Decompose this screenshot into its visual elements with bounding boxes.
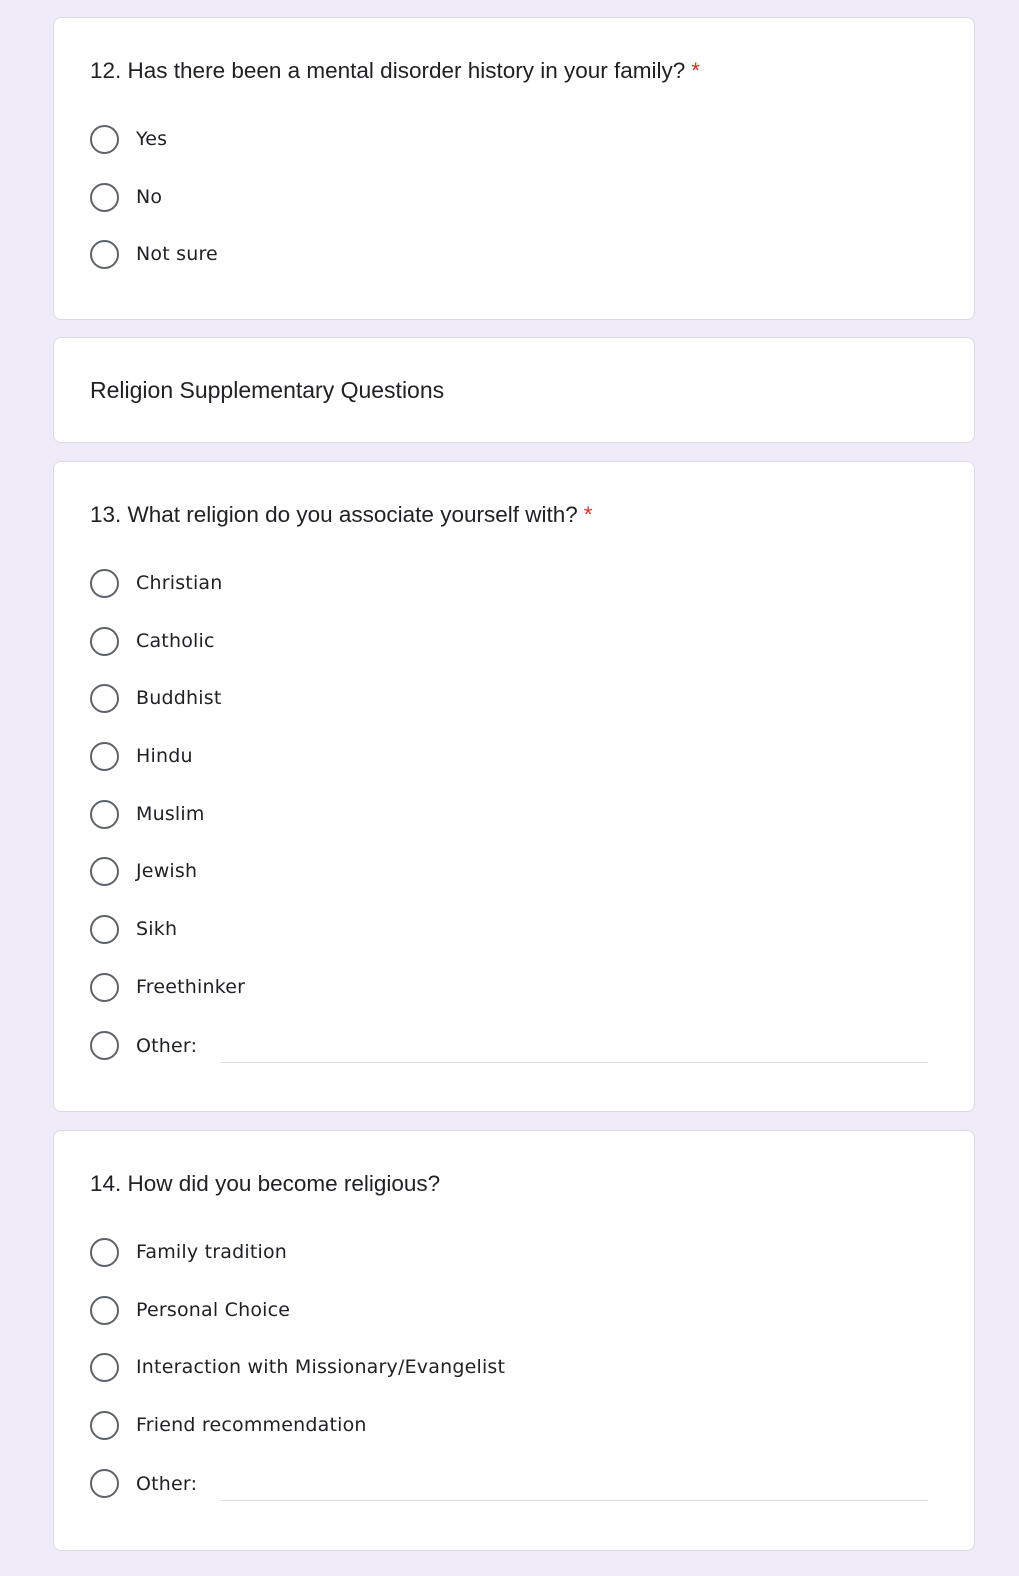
option-label: Sikh [136, 918, 178, 941]
option-no[interactable]: No [90, 182, 928, 240]
option-friend-recommendation[interactable]: Friend recommendation [90, 1410, 928, 1468]
required-asterisk: * [583, 502, 593, 527]
radio-button[interactable] [90, 1030, 119, 1060]
option-family-tradition[interactable]: Family tradition [90, 1237, 928, 1295]
radio-button[interactable] [90, 569, 119, 598]
options-13: Christian Catholic Buddhist Hindu Muslim… [90, 568, 928, 1087]
option-other-label: Other: [136, 1034, 198, 1057]
required-asterisk: * [691, 58, 701, 83]
option-buddhist[interactable]: Buddhist [90, 683, 928, 741]
option-jewish[interactable]: Jewish [90, 856, 928, 914]
option-label: Friend recommendation [136, 1414, 367, 1437]
option-other[interactable]: Other: [90, 1030, 928, 1088]
option-yes[interactable]: Yes [90, 124, 928, 182]
radio-button[interactable] [90, 1353, 119, 1383]
option-label: Hindu [136, 745, 193, 768]
option-label: Family tradition [136, 1241, 288, 1263]
radio-button[interactable] [90, 125, 119, 154]
option-label: Not sure [136, 243, 218, 266]
radio-button[interactable] [90, 972, 119, 1002]
radio-button[interactable] [90, 857, 119, 887]
option-personal-choice[interactable]: Personal Choice [90, 1295, 928, 1353]
option-label: Buddhist [136, 687, 222, 710]
option-label: No [136, 185, 163, 208]
option-other[interactable]: Other: [90, 1468, 928, 1526]
option-label: Yes [136, 128, 168, 150]
question-title-14: 14. How did you become religious? [90, 1170, 440, 1198]
question-title-14-text: 14. How did you become religious? [90, 1171, 441, 1196]
radio-button[interactable] [90, 1238, 119, 1267]
radio-button[interactable] [90, 626, 119, 656]
options-14: Family tradition Personal Choice Interac… [90, 1237, 928, 1525]
option-muslim[interactable]: Muslim [90, 799, 928, 857]
radio-button[interactable] [90, 799, 119, 829]
question-title-12: 12. Has there been a mental disorder his… [90, 57, 700, 85]
option-label: Interaction with Missionary/Evangelist [136, 1356, 506, 1379]
question-card-13: 13. What religion do you associate yours… [53, 461, 975, 1112]
option-label: Freethinker [136, 975, 246, 998]
option-label: Personal Choice [136, 1298, 291, 1321]
option-christian[interactable]: Christian [90, 568, 928, 626]
radio-button[interactable] [90, 915, 119, 945]
other-text-input[interactable] [221, 1498, 928, 1501]
option-not-sure[interactable]: Not sure [90, 239, 928, 297]
section-title: Religion Supplementary Questions [90, 377, 445, 403]
radio-button[interactable] [90, 684, 119, 714]
option-sikh[interactable]: Sikh [90, 914, 928, 972]
option-label: Muslim [136, 802, 205, 825]
option-hindu[interactable]: Hindu [90, 741, 928, 799]
option-freethinker[interactable]: Freethinker [90, 972, 928, 1030]
radio-button[interactable] [90, 1411, 119, 1441]
option-catholic[interactable]: Catholic [90, 626, 928, 684]
option-other-label: Other: [136, 1472, 198, 1495]
radio-button[interactable] [90, 182, 119, 212]
section-header-card: Religion Supplementary Questions [53, 337, 975, 443]
options-12: Yes No Not sure [90, 124, 928, 297]
radio-button[interactable] [90, 240, 119, 270]
question-title-13-text: 13. What religion do you associate yours… [90, 502, 578, 527]
option-missionary-interaction[interactable]: Interaction with Missionary/Evangelist [90, 1352, 928, 1410]
radio-button[interactable] [90, 1468, 119, 1498]
form-page: 12. Has there been a mental disorder his… [0, 0, 1019, 1576]
question-title-12-text: 12. Has there been a mental disorder his… [90, 58, 686, 83]
option-label: Christian [136, 572, 223, 594]
radio-button[interactable] [90, 1295, 119, 1325]
question-title-13: 13. What religion do you associate yours… [90, 501, 593, 529]
option-label: Catholic [136, 629, 215, 652]
option-label: Jewish [136, 860, 198, 883]
question-card-12: 12. Has there been a mental disorder his… [53, 17, 975, 320]
question-card-14: 14. How did you become religious? Family… [53, 1130, 975, 1551]
radio-button[interactable] [90, 742, 119, 772]
other-text-input[interactable] [221, 1060, 928, 1063]
